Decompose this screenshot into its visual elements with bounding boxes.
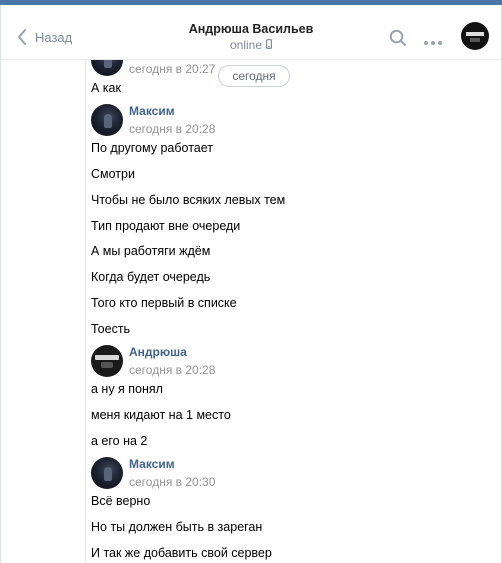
chat-header: Назад Андрюша Васильев online [1,5,501,60]
chevron-left-icon [17,29,27,45]
message-text: Тип продают вне очереди [91,219,241,233]
message-text: Тоесть [91,322,131,336]
message-time: сегодня в 20:28 [129,363,216,377]
mobile-phone-icon [266,37,273,53]
message-time: сегодня в 20:27 [129,62,216,76]
author-name[interactable]: Андрюша [129,345,187,359]
message-text: А как [91,81,121,95]
back-label: Назад [35,29,73,45]
message-text: Но ты должен быть в зареган [91,520,263,534]
chat-panel: Назад Андрюша Васильев online сегодня в [0,5,502,563]
avatar[interactable] [91,345,123,377]
message-text: Всё верно [91,494,151,508]
avatar[interactable] [91,60,123,76]
message-time: сегодня в 20:30 [129,475,216,489]
message-text: Чтобы не было всяких левых тем [91,193,286,207]
message-text: И так же добавить свой сервер [91,546,272,560]
online-status: online [151,37,351,53]
chat-title-block[interactable]: Андрюша Васильев online [151,21,351,53]
date-separator[interactable]: сегодня [218,65,290,87]
message-text: Когда будет очередь [91,270,211,284]
message-text: а его на 2 [91,434,148,448]
message-text: Смотри [91,167,135,181]
author-name[interactable]: Максим [129,457,175,471]
message-text: меня кидают на 1 место [91,408,231,422]
message-text: А мы работяги ждём [91,244,211,258]
author-name[interactable]: Максим [129,104,175,118]
chat-title: Андрюша Васильев [188,22,314,36]
feed-divider [85,60,86,563]
message-feed: сегодня в 20:27 А как сегодня Максим сег… [1,60,501,563]
status-text: online [229,38,263,52]
search-icon[interactable] [389,29,407,50]
message-time: сегодня в 20:28 [129,122,216,136]
avatar[interactable] [91,104,123,136]
back-button[interactable]: Назад [17,25,72,49]
message-text: По другому работает [91,141,213,155]
message-text: а ну я понял [91,382,163,396]
more-dots-icon[interactable] [423,34,443,49]
header-avatar[interactable] [461,22,489,50]
message-text: Того кто первый в списке [91,296,237,310]
avatar[interactable] [91,457,123,489]
